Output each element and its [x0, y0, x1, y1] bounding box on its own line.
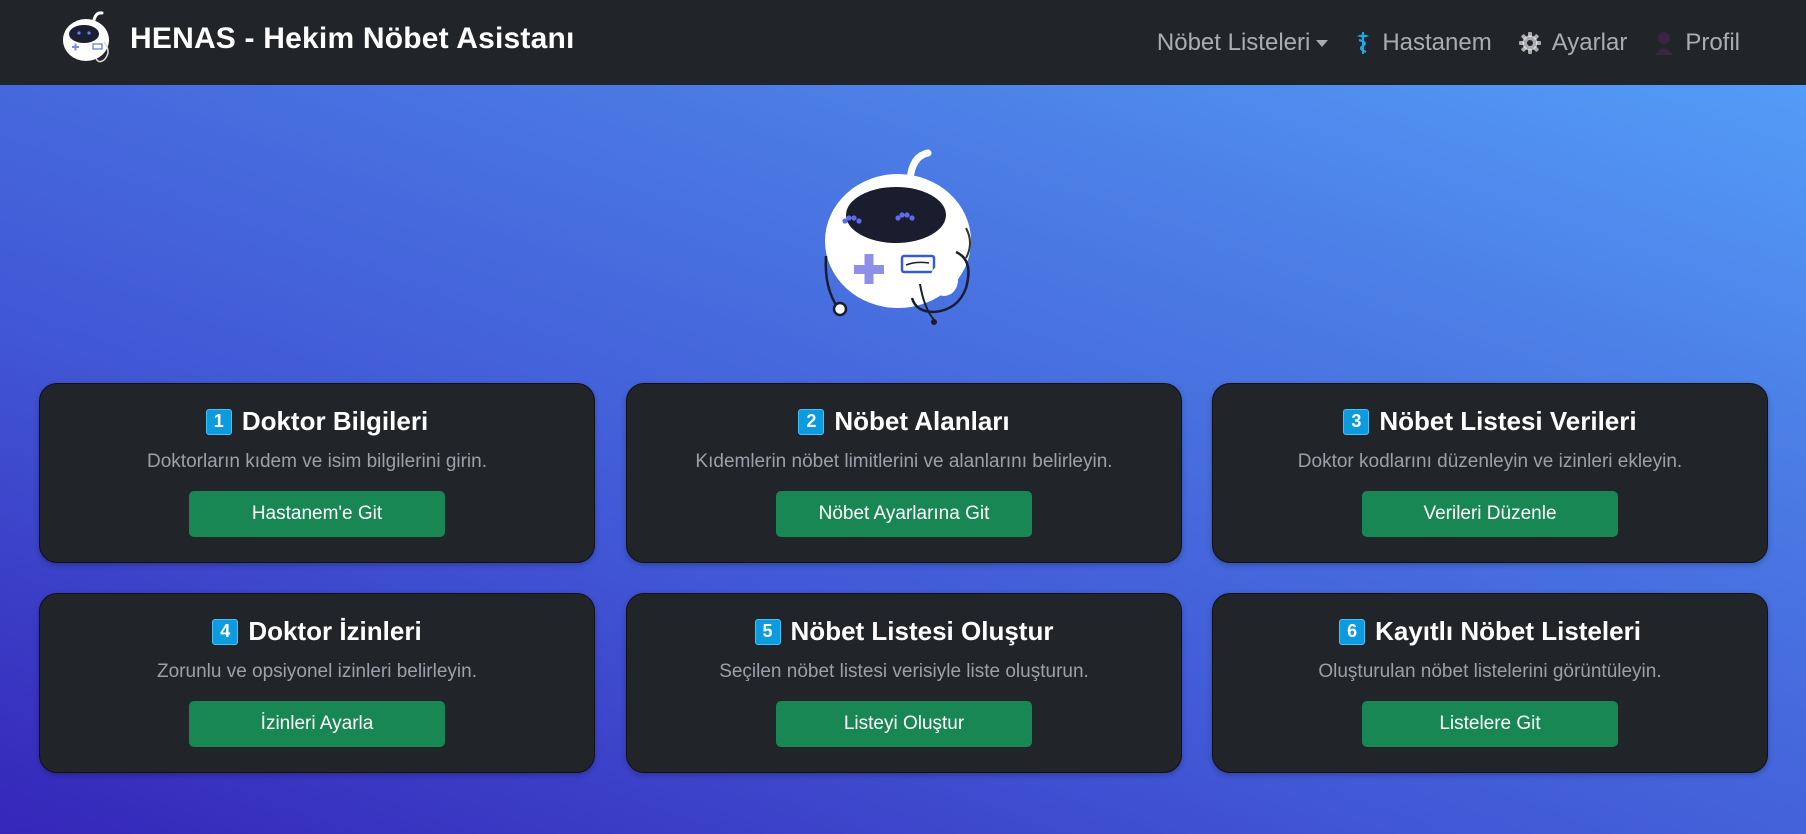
card-title: 3 Nöbet Listesi Verileri — [1343, 406, 1637, 437]
card-title: 6 Kayıtlı Nöbet Listeleri — [1339, 616, 1641, 647]
card-description: Oluşturulan nöbet listelerini görüntüley… — [1318, 661, 1662, 682]
card-title-text: Kayıtlı Nöbet Listeleri — [1375, 616, 1641, 646]
izinleri-ayarla-button[interactable]: İzinleri Ayarla — [189, 701, 445, 747]
card-kayitli-nobet-listeleri: 6 Kayıtlı Nöbet Listeleri Oluşturulan nö… — [1212, 593, 1768, 773]
number-6-icon: 6 — [1339, 618, 1366, 645]
nav-nobet-listeleri-dropdown[interactable]: Nöbet Listeleri — [1156, 28, 1329, 57]
card-nobet-alanlari: 2 Nöbet Alanları Kıdemlerin nöbet limitl… — [626, 383, 1182, 563]
nav-hastanem[interactable]: Hastanem — [1354, 28, 1492, 57]
nav-menu: Nöbet Listeleri Hastanem Ayarlar Profil — [1157, 0, 1740, 85]
card-title-text: Nöbet Listesi Oluştur — [790, 616, 1054, 646]
nav-item-label: Ayarlar — [1551, 28, 1628, 56]
listeyi-olustur-button[interactable]: Listeyi Oluştur — [776, 701, 1032, 747]
number-1-icon: 1 — [205, 408, 232, 435]
listelere-git-button[interactable]: Listelere Git — [1362, 701, 1618, 747]
robot-logo-icon — [63, 11, 109, 63]
card-title-text: Nöbet Listesi Verileri — [1379, 406, 1637, 436]
number-3-icon: 3 — [1343, 408, 1370, 435]
robot-mascot-icon — [824, 149, 971, 325]
brand[interactable]: HENAS - Hekim Nöbet Asistanı — [60, 8, 575, 70]
card-description: Seçilen nöbet listesi verisiyle liste ol… — [719, 661, 1089, 682]
card-title: 5 Nöbet Listesi Oluştur — [754, 616, 1054, 647]
card-title-text: Nöbet Alanları — [834, 406, 1010, 436]
nav-item-label: Profil — [1685, 28, 1740, 56]
top-navbar: HENAS - Hekim Nöbet Asistanı Nöbet Liste… — [0, 0, 1806, 85]
card-title: 1 Doktor Bilgileri — [205, 406, 429, 437]
nav-item-label: Nöbet Listeleri — [1156, 28, 1311, 56]
card-nobet-listesi-verileri: 3 Nöbet Listesi Verileri Doktor kodların… — [1212, 383, 1768, 563]
number-5-icon: 5 — [754, 618, 781, 645]
card-doktor-bilgileri: 1 Doktor Bilgileri Doktorların kıdem ve … — [39, 383, 595, 563]
nav-ayarlar[interactable]: Ayarlar — [1518, 28, 1628, 57]
card-doktor-izinleri: 4 Doktor İzinleri Zorunlu ve opsiyonel i… — [39, 593, 595, 773]
card-description: Kıdemlerin nöbet limitlerini ve alanları… — [695, 451, 1113, 472]
card-nobet-listesi-olustur: 5 Nöbet Listesi Oluştur Seçilen nöbet li… — [626, 593, 1182, 773]
card-title: 4 Doktor İzinleri — [212, 616, 422, 647]
hastaneme-git-button[interactable]: Hastanem'e Git — [189, 491, 445, 537]
card-description: Doktor kodlarını düzenleyin ve izinleri … — [1297, 451, 1683, 472]
number-2-icon: 2 — [798, 408, 825, 435]
number-4-icon: 4 — [212, 618, 239, 645]
card-title-text: Doktor Bilgileri — [241, 406, 429, 436]
gear-icon — [1518, 31, 1542, 55]
nobet-ayarlarina-git-button[interactable]: Nöbet Ayarlarına Git — [776, 491, 1032, 537]
caret-down-icon — [1316, 40, 1329, 47]
card-title-text: Doktor İzinleri — [248, 616, 422, 646]
card-title: 2 Nöbet Alanları — [798, 406, 1010, 437]
verileri-duzenle-button[interactable]: Verileri Düzenle — [1362, 491, 1618, 537]
card-description: Zorunlu ve opsiyonel izinleri belirleyin… — [157, 661, 477, 682]
card-description: Doktorların kıdem ve isim bilgilerini gi… — [147, 451, 487, 472]
user-icon — [1653, 30, 1675, 56]
brand-title: HENAS - Hekim Nöbet Asistanı — [130, 22, 575, 55]
nav-profil[interactable]: Profil — [1653, 29, 1740, 57]
nav-item-label: Hastanem — [1382, 28, 1492, 56]
caduceus-icon — [1354, 30, 1372, 56]
